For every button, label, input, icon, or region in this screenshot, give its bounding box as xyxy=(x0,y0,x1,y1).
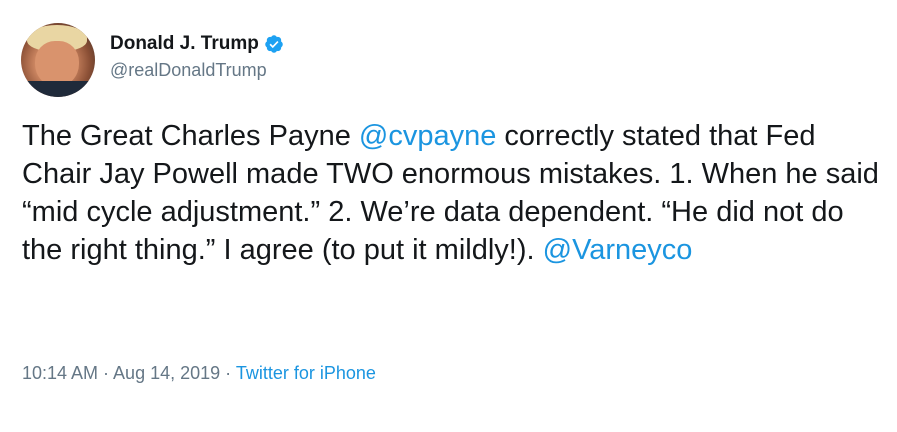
tweet-source-link[interactable]: Twitter for iPhone xyxy=(236,363,376,383)
author-avatar[interactable] xyxy=(21,23,95,97)
tweet-timestamp[interactable]: 10:14 AM · Aug 14, 2019 · xyxy=(22,363,236,383)
tweet-card: Donald J. Trump @realDonaldTrump The Gre… xyxy=(0,0,897,432)
tweet-meta: 10:14 AM · Aug 14, 2019 · Twitter for iP… xyxy=(22,363,376,384)
mention-link-varneyco[interactable]: @Varneyco xyxy=(543,234,693,266)
mention-link-cvpayne[interactable]: @cvpayne xyxy=(359,120,496,152)
author-display-name[interactable]: Donald J. Trump xyxy=(110,33,259,55)
tweet-header: Donald J. Trump @realDonaldTrump xyxy=(110,32,284,81)
author-handle[interactable]: @realDonaldTrump xyxy=(110,60,284,81)
verified-badge-icon xyxy=(265,35,283,53)
tweet-text: The Great Charles Payne @cvpayne correct… xyxy=(22,117,882,269)
name-row: Donald J. Trump xyxy=(110,32,284,56)
tweet-text-part-1: The Great Charles Payne xyxy=(22,120,359,152)
avatar-suit xyxy=(21,81,95,97)
